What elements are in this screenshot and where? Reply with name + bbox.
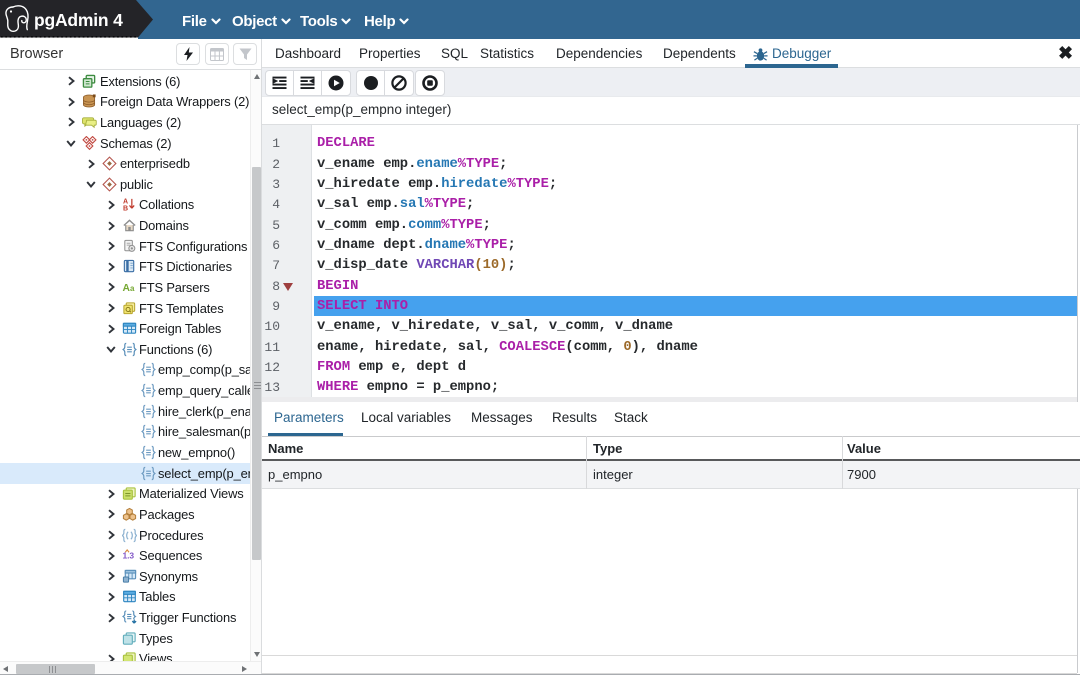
svg-text:a: a [130,284,135,293]
svg-text:A: A [123,199,128,206]
svg-text:B: B [123,206,128,212]
